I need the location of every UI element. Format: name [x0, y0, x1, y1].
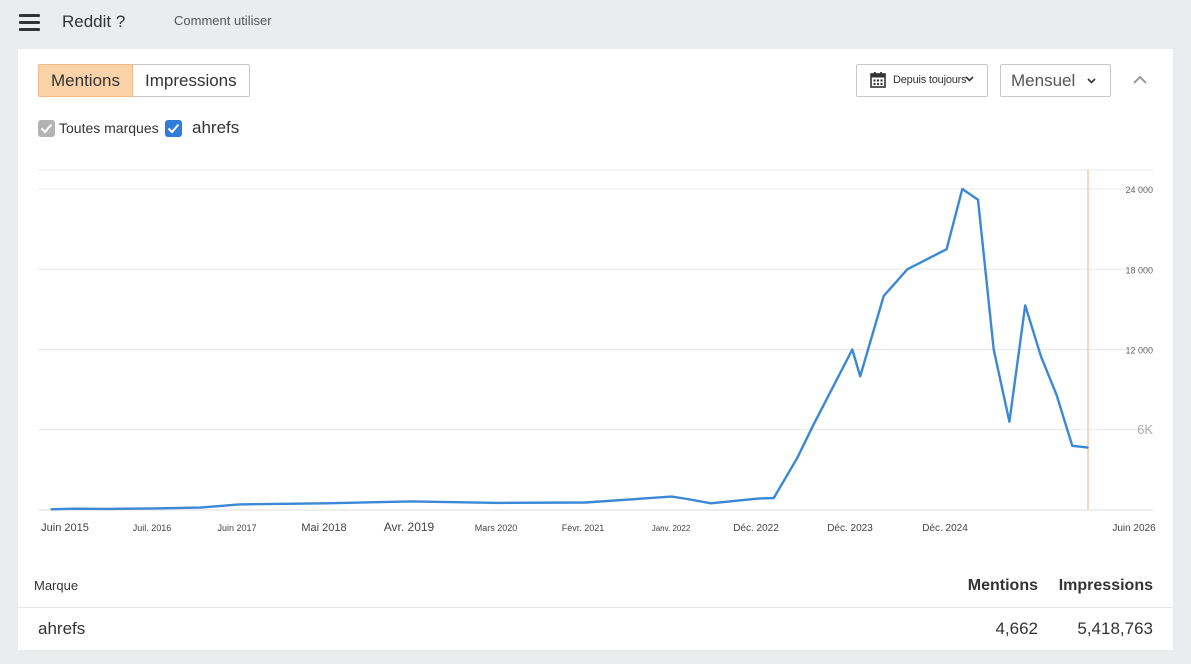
chevron-down-icon	[1087, 78, 1096, 84]
data-point	[1008, 420, 1011, 423]
x-tick-label: Juin 2017	[217, 523, 256, 533]
data-point	[199, 506, 202, 509]
data-point	[961, 188, 964, 190]
x-tick-label: Mars 2020	[475, 523, 518, 533]
data-point	[411, 500, 414, 503]
y-tick-label: 24 000	[1125, 185, 1153, 195]
data-point	[992, 348, 995, 351]
ahrefs-label: ahrefs	[192, 118, 240, 137]
checkbox-ahrefs[interactable]	[165, 119, 182, 137]
x-tick-label: Avr. 2019	[384, 520, 435, 534]
data-point	[584, 501, 587, 504]
cell-brand: ahrefs	[38, 619, 86, 638]
chevron-up-icon[interactable]	[1132, 73, 1148, 85]
data-point	[50, 508, 52, 511]
data-point	[812, 424, 814, 427]
table-header: Marque Mentions Impressions	[18, 574, 1173, 608]
header-impressions[interactable]: Impressions	[1053, 577, 1153, 595]
data-point	[152, 507, 154, 510]
chevron-down-icon	[965, 76, 974, 82]
x-tick-label: Juin 2015	[41, 522, 89, 534]
data-point	[238, 503, 241, 506]
data-point	[105, 508, 107, 510]
data-point	[906, 268, 909, 271]
table-row: ahrefs 4,662 5,418,763	[18, 608, 1173, 650]
cell-impressions: 5,418,763	[1077, 619, 1153, 638]
granularity-select[interactable]: Mensuel	[1000, 64, 1111, 97]
chart-card: Mentions Impressions Depuis toujours Men…	[18, 49, 1173, 650]
data-point	[325, 502, 327, 505]
x-tick-label: Déc. 2023	[827, 523, 873, 534]
page-title: Reddit ?	[62, 12, 126, 31]
mentions-tab[interactable]: Mentions	[38, 64, 133, 97]
granularity-label: Mensuel	[1011, 71, 1076, 90]
data-point	[670, 495, 673, 498]
x-tick-label: Juin 2026	[1112, 523, 1156, 534]
hamburger-menu-icon[interactable]	[19, 14, 40, 31]
cell-mentions: 4,662	[995, 619, 1038, 638]
metric-toggle: Mentions Impressions	[38, 64, 250, 97]
data-point	[1071, 445, 1074, 447]
header-brand: Marque	[34, 578, 79, 593]
y-tick-label: 18 000	[1125, 265, 1153, 275]
y-tick-label: 12 000	[1125, 346, 1153, 356]
x-tick-label: Juil. 2016	[133, 523, 172, 533]
data-point	[1040, 355, 1042, 357]
data-point	[859, 375, 861, 378]
x-tick-label: Déc. 2022	[733, 523, 779, 534]
help-link[interactable]: Comment utiliser	[174, 13, 272, 28]
date-range-label: Depuis toujours	[893, 74, 967, 86]
data-point	[851, 348, 854, 351]
x-tick-label: Mai 2018	[301, 522, 346, 534]
data-point	[1024, 304, 1026, 307]
x-tick-label: Déc. 2024	[922, 523, 968, 534]
data-point	[73, 507, 76, 510]
calendar-icon	[870, 72, 886, 88]
data-point	[977, 198, 979, 201]
checkbox-all-brands[interactable]	[38, 119, 55, 137]
data-point	[772, 497, 775, 499]
data-point	[1055, 394, 1058, 396]
x-tick-label: Févr. 2021	[562, 523, 605, 533]
data-point	[882, 295, 885, 297]
all-brands-label: Toutes marques	[59, 120, 159, 136]
y-tick-label: 6K	[1137, 422, 1153, 437]
data-point	[1087, 446, 1089, 449]
data-point	[497, 502, 500, 504]
ahrefs-checkbox[interactable]: ahrefs	[165, 118, 239, 138]
header-mentions[interactable]: Mentions	[958, 577, 1038, 595]
x-tick-label: Janv. 2022	[652, 524, 691, 533]
mentions-line-chart: 24 000 18 000 12 000 6K Juin 2015 Juil. 2016 J…	[38, 169, 1156, 534]
impressions-tab[interactable]: Impressions	[132, 64, 250, 97]
data-point	[757, 497, 759, 500]
all-brands-checkbox[interactable]: Toutes marques	[38, 118, 159, 138]
data-point	[686, 498, 689, 500]
date-range-select[interactable]: Depuis toujours	[856, 64, 988, 97]
check-icon	[40, 123, 53, 133]
data-point	[945, 248, 948, 250]
data-point	[710, 502, 712, 505]
top-bar: Reddit ? Comment utiliser	[0, 0, 1191, 44]
data-point	[796, 457, 799, 459]
check-icon	[167, 123, 180, 133]
